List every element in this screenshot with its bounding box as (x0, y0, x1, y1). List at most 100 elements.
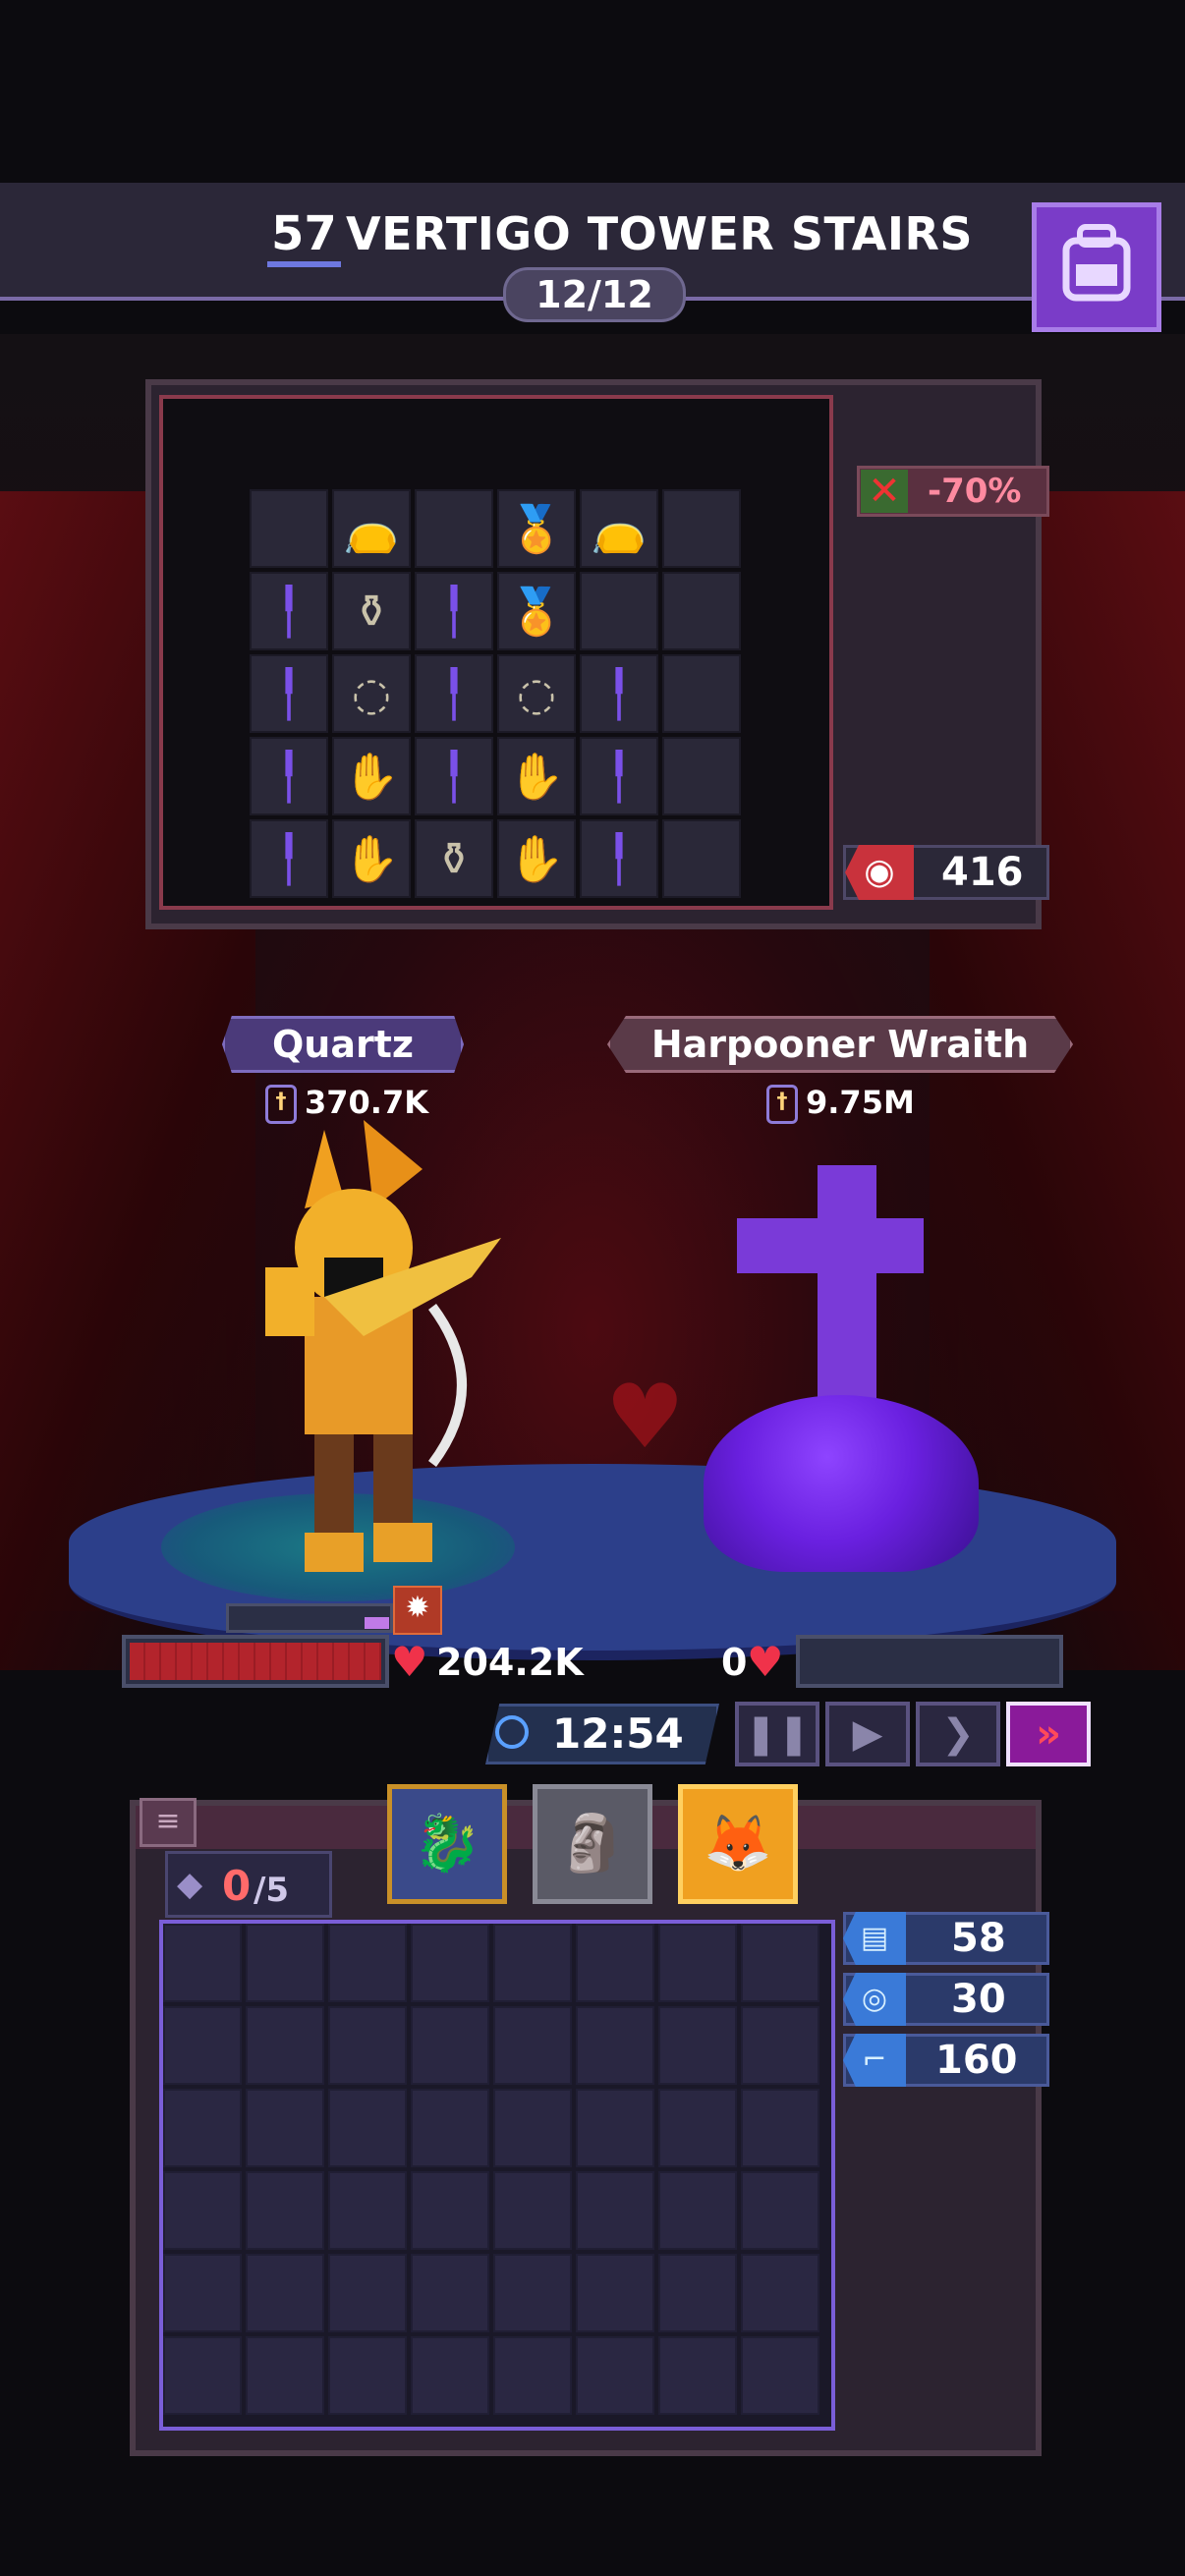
backpack-slot[interactable] (163, 1924, 242, 2002)
backpack-slot[interactable] (246, 2254, 324, 2332)
backpack-slot[interactable] (741, 2336, 819, 2415)
backpack-slot[interactable] (741, 2006, 819, 2085)
item-pouch[interactable]: 👝 (580, 489, 658, 568)
fastest-speed-button[interactable]: » (1006, 1702, 1091, 1766)
item-spear[interactable]: ╿ (415, 572, 493, 650)
backpack-slot[interactable] (493, 2171, 572, 2250)
backpack-slot[interactable] (411, 2336, 489, 2415)
enemy-name[interactable]: Harpooner Wraith (607, 1016, 1073, 1073)
backpack-slot[interactable] (741, 2171, 819, 2250)
backpack-slot[interactable] (493, 1924, 572, 2002)
player-name[interactable]: Quartz (222, 1016, 464, 1073)
backpack-slot[interactable] (328, 2006, 407, 2085)
item-gauntlet[interactable]: ✋ (332, 819, 411, 898)
broken-heart-icon: ♥ (605, 1366, 685, 1469)
backpack-slot[interactable] (576, 2254, 654, 2332)
grave-cross (818, 1165, 876, 1401)
item-spear[interactable]: ╿ (580, 737, 658, 815)
backpack-slot[interactable] (163, 2006, 242, 2085)
item-bracelet[interactable]: ◌ (497, 654, 576, 733)
backpack-slot[interactable] (576, 2336, 654, 2415)
fast-forward-button[interactable]: ❯ (916, 1702, 1000, 1766)
play-icon: ▶ (852, 1711, 883, 1757)
backpack-slot[interactable] (246, 2089, 324, 2167)
item-medal[interactable]: 🏅 (497, 572, 576, 650)
backpack-slot[interactable] (328, 1924, 407, 2002)
backpack-slot[interactable] (411, 2171, 489, 2250)
item-medal[interactable]: 🏅 (497, 489, 576, 568)
backpack-slot[interactable] (328, 2336, 407, 2415)
player-character[interactable] (177, 1110, 531, 1601)
backpack-slot[interactable] (493, 2089, 572, 2167)
item-spear[interactable]: ╿ (580, 654, 658, 733)
backpack-slot[interactable] (411, 1924, 489, 2002)
backpack-slot[interactable] (411, 2006, 489, 2085)
backpack-slot[interactable] (658, 2171, 737, 2250)
stat-value-shield: 30 (951, 1977, 1006, 2022)
backpack-slot[interactable] (741, 2254, 819, 2332)
item-bracelet[interactable]: ◌ (332, 654, 411, 733)
backpack-slot[interactable] (658, 1924, 737, 2002)
backpack-slot[interactable] (328, 2171, 407, 2250)
armor-icon: ◉ (845, 845, 914, 900)
menu-icon[interactable]: ≡ (140, 1798, 197, 1847)
backpack-slot[interactable] (576, 2089, 654, 2167)
item-spear[interactable]: ╿ (415, 654, 493, 733)
backpack-slot[interactable] (576, 2171, 654, 2250)
backpack-slot[interactable] (411, 2089, 489, 2167)
companion-portrait-golem[interactable]: 🗿 (533, 1784, 652, 1904)
item-gauntlet[interactable]: ✋ (497, 819, 576, 898)
backpack-slot[interactable] (163, 2171, 242, 2250)
item-pouch[interactable]: 👝 (332, 489, 411, 568)
play-button[interactable]: ▶ (825, 1702, 910, 1766)
player-energy-fill (365, 1617, 389, 1629)
backpack-slot[interactable] (163, 2336, 242, 2415)
clock-icon (495, 1715, 529, 1749)
backpack-slot[interactable] (658, 2089, 737, 2167)
backpack-button[interactable] (1032, 202, 1161, 332)
backpack-slot[interactable] (741, 1924, 819, 2002)
backpack-slot[interactable] (411, 2254, 489, 2332)
backpack-slot[interactable] (658, 2336, 737, 2415)
backpack-slot[interactable] (658, 2254, 737, 2332)
empty-slot (580, 572, 658, 650)
double-chevron-right-icon: » (1036, 1711, 1061, 1757)
empty-slot (662, 819, 741, 898)
backpack-slot[interactable] (576, 1924, 654, 2002)
enemy-grave-mound[interactable] (704, 1395, 979, 1572)
item-spear[interactable]: ╿ (415, 737, 493, 815)
item-spear[interactable]: ╿ (250, 572, 328, 650)
item-spear[interactable]: ╿ (250, 737, 328, 815)
item-potion[interactable]: ⚱ (332, 572, 411, 650)
companion-portrait-dragon[interactable]: 🐉 (387, 1784, 507, 1904)
player-hp-fill (130, 1643, 381, 1680)
backpack-slot[interactable] (328, 2254, 407, 2332)
backpack-slot[interactable] (163, 2254, 242, 2332)
companion-portrait-fox[interactable]: 🦊 (678, 1784, 798, 1904)
boot-icon: ⌐ (843, 2034, 906, 2087)
item-potion[interactable]: ⚱ (415, 819, 493, 898)
gem-count: 0 (222, 1862, 252, 1910)
pause-icon: ❚❚ (744, 1711, 811, 1757)
floor-title: VERTIGO TOWER STAIRS (346, 207, 974, 260)
item-spear[interactable]: ╿ (250, 654, 328, 733)
backpack-slot[interactable] (246, 2336, 324, 2415)
item-spear[interactable]: ╿ (250, 819, 328, 898)
backpack-slot[interactable] (658, 2006, 737, 2085)
backpack-slot[interactable] (493, 2254, 572, 2332)
item-gauntlet[interactable]: ✋ (497, 737, 576, 815)
backpack-slot[interactable] (493, 2006, 572, 2085)
item-spear[interactable]: ╿ (580, 819, 658, 898)
backpack-slot[interactable] (246, 2171, 324, 2250)
chevron-right-icon: ❯ (941, 1711, 975, 1757)
backpack-slot[interactable] (741, 2089, 819, 2167)
backpack-slot[interactable] (328, 2089, 407, 2167)
backpack-slot[interactable] (246, 2006, 324, 2085)
floor-number: 57 (267, 206, 341, 267)
backpack-slot[interactable] (493, 2336, 572, 2415)
backpack-slot[interactable] (163, 2089, 242, 2167)
pause-button[interactable]: ❚❚ (735, 1702, 819, 1766)
backpack-slot[interactable] (576, 2006, 654, 2085)
backpack-slot[interactable] (246, 1924, 324, 2002)
item-gauntlet[interactable]: ✋ (332, 737, 411, 815)
